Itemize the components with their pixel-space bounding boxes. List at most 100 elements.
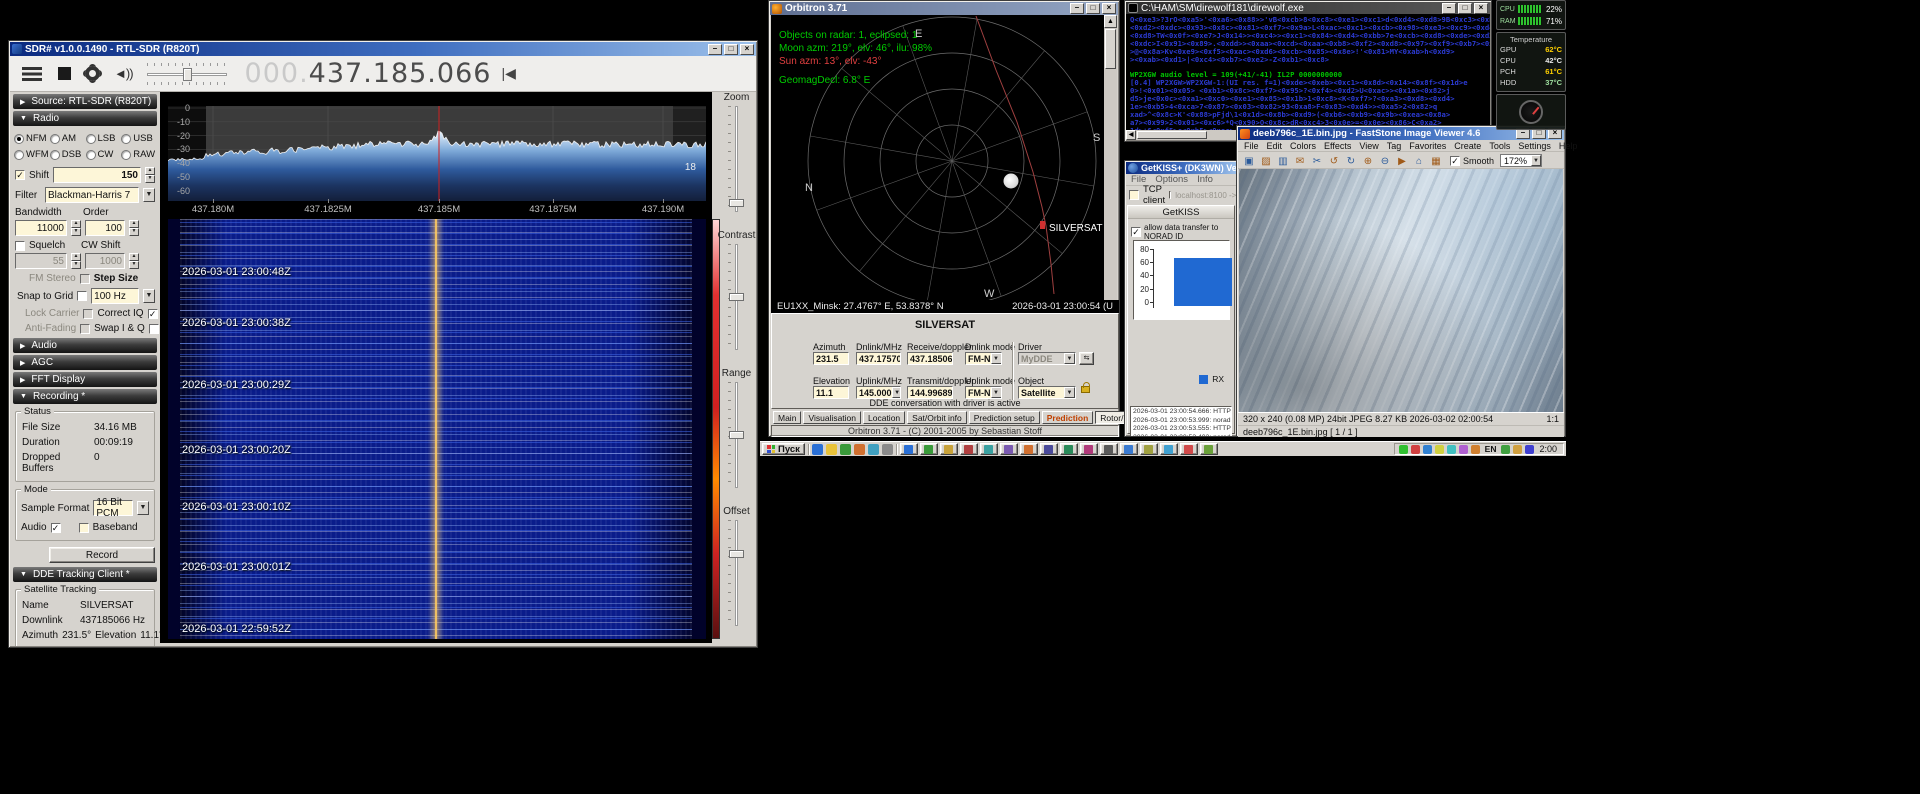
- scroll-up-icon[interactable]: ▲: [1104, 15, 1117, 28]
- tray-icon[interactable]: [1422, 444, 1432, 454]
- panel-source[interactable]: ▶ Source: RTL-SDR (R820T): [13, 94, 157, 109]
- swap-iq-checkbox[interactable]: [148, 323, 159, 334]
- maximize-button[interactable]: □: [1458, 2, 1472, 14]
- dropdown-arrow-icon[interactable]: ▼: [143, 289, 155, 303]
- close-button[interactable]: ×: [1474, 2, 1488, 14]
- rotate-right-icon[interactable]: ↻: [1344, 154, 1358, 167]
- slider-thumb[interactable]: [729, 549, 744, 558]
- panel-audio[interactable]: ▶ Audio: [13, 338, 157, 353]
- task-button[interactable]: [1099, 443, 1118, 455]
- panel-recording[interactable]: ▼ Recording *: [13, 389, 157, 404]
- panel-fft[interactable]: ▶ FFT Display: [13, 372, 157, 387]
- shift-spinner[interactable]: ▲ ▼: [145, 167, 155, 183]
- norad-transfer-checkbox[interactable]: [1131, 227, 1141, 237]
- tray-icon[interactable]: [1513, 444, 1523, 454]
- start-button[interactable]: Пуск: [762, 443, 805, 455]
- audio-checkbox[interactable]: [50, 522, 61, 533]
- email-icon[interactable]: ✉: [1293, 154, 1307, 167]
- task-button[interactable]: [899, 443, 918, 455]
- field-azimuth[interactable]: 231.5: [813, 352, 849, 365]
- minimize-button[interactable]: –: [708, 43, 722, 55]
- mode-usb[interactable]: USB: [121, 133, 156, 144]
- radio-icon[interactable]: [14, 149, 24, 160]
- radio-icon[interactable]: [121, 149, 132, 160]
- quick-launch-icon[interactable]: [811, 443, 823, 455]
- lock-carrier-checkbox[interactable]: [83, 308, 94, 319]
- task-button[interactable]: [1159, 443, 1178, 455]
- home-icon[interactable]: ⌂: [1412, 154, 1426, 167]
- task-button[interactable]: [1139, 443, 1158, 455]
- anti-fading-checkbox[interactable]: [80, 323, 91, 334]
- console-output[interactable]: Q<0xe3>?3rO<0xa5>'<0xa6><0x88>>'vB<0xcb>…: [1126, 14, 1490, 130]
- slider-thumb[interactable]: [729, 292, 744, 301]
- menu-effects[interactable]: Effects: [1324, 141, 1351, 151]
- radio-icon[interactable]: [121, 133, 132, 144]
- open-folder-icon[interactable]: ▨: [1259, 154, 1273, 167]
- task-button[interactable]: [1179, 443, 1198, 455]
- bandwidth-input[interactable]: 11000: [15, 220, 67, 236]
- radio-icon[interactable]: [85, 149, 96, 160]
- tray-icon[interactable]: [1470, 444, 1480, 454]
- order-input[interactable]: 100: [85, 220, 125, 236]
- menu-help[interactable]: Help: [1559, 141, 1578, 151]
- panel-dde[interactable]: ▼ DDE Tracking Client *: [13, 567, 157, 582]
- field-driver[interactable]: MyDDE ▼: [1018, 352, 1076, 365]
- sample-format-select[interactable]: 16 Bit PCM: [93, 497, 133, 519]
- scrollbar-thumb[interactable]: [1105, 29, 1116, 69]
- menu-file[interactable]: File: [1244, 141, 1259, 151]
- tray-icon[interactable]: [1434, 444, 1444, 454]
- menu-tag[interactable]: Tag: [1387, 141, 1402, 151]
- crop-icon[interactable]: ✂: [1310, 154, 1324, 167]
- tray-icon[interactable]: [1398, 444, 1408, 454]
- zoom-out-icon[interactable]: ⊖: [1378, 154, 1392, 167]
- dropdown-arrow-icon[interactable]: ▼: [1064, 353, 1075, 364]
- slider-thumb[interactable]: [729, 199, 744, 208]
- smooth-checkbox[interactable]: [1450, 155, 1460, 166]
- tab-sat-orbit-info[interactable]: Sat/Orbit info: [907, 411, 967, 424]
- camera-icon[interactable]: ▣: [1242, 154, 1256, 167]
- speaker-icon[interactable]: ◄)): [114, 66, 134, 81]
- tray-icon[interactable]: [1410, 444, 1420, 454]
- minimize-button[interactable]: –: [1442, 2, 1456, 14]
- tab-main[interactable]: Main: [773, 411, 802, 424]
- taskbar-clock[interactable]: 2:00: [1537, 444, 1559, 454]
- quick-launch-icon[interactable]: [825, 443, 837, 455]
- panel-radio[interactable]: ▼ Radio: [13, 111, 157, 126]
- rotate-left-icon[interactable]: ↺: [1327, 154, 1341, 167]
- radar-display[interactable]: SILVERSAT E S W N Objects on radar: 1, e…: [771, 15, 1105, 300]
- task-button[interactable]: [1019, 443, 1038, 455]
- record-button[interactable]: Record: [49, 547, 155, 563]
- task-button[interactable]: [959, 443, 978, 455]
- volume-slider[interactable]: [146, 62, 227, 85]
- correct-iq-checkbox[interactable]: [147, 308, 158, 319]
- field-dnlink-mode[interactable]: FM-N ▼: [965, 352, 1002, 365]
- task-button[interactable]: [979, 443, 998, 455]
- compare-icon[interactable]: ▦: [1429, 154, 1443, 167]
- dropdown-arrow-icon[interactable]: ▼: [143, 188, 155, 202]
- dropdown-arrow-icon[interactable]: ▼: [990, 387, 1001, 398]
- maximize-button[interactable]: □: [1086, 3, 1100, 14]
- tab-prediction[interactable]: Prediction: [1041, 411, 1094, 424]
- menu-colors[interactable]: Colors: [1290, 141, 1316, 151]
- sdrsharp-titlebar[interactable]: SDR# v1.0.0.1490 - RTL-SDR (R820T) – □ ×: [10, 42, 756, 56]
- squelch-spinner[interactable]: ▲ ▼: [71, 253, 81, 269]
- step-size-select[interactable]: 100 Hz: [91, 288, 139, 304]
- language-indicator[interactable]: EN: [1483, 444, 1499, 454]
- satellite-list-scrollbar[interactable]: ▲: [1104, 15, 1117, 300]
- panel-agc[interactable]: ▶ AGC: [13, 355, 157, 370]
- quick-launch-icon[interactable]: [839, 443, 851, 455]
- close-button[interactable]: ×: [740, 43, 754, 55]
- menu-tools[interactable]: Tools: [1489, 141, 1510, 151]
- tcp-client-checkbox[interactable]: [1129, 190, 1139, 200]
- tray-icon[interactable]: [1525, 444, 1535, 454]
- bandwidth-spinner[interactable]: ▲ ▼: [71, 220, 81, 236]
- field-receive-doppler[interactable]: 437.185066: [907, 352, 953, 365]
- scrollbar-thumb[interactable]: [1137, 131, 1207, 139]
- scroll-left-icon[interactable]: ◀: [1126, 130, 1136, 140]
- orbitron-titlebar[interactable]: Orbitron 3.71 – □ ×: [770, 2, 1118, 15]
- cw-shift-input[interactable]: 1000: [85, 253, 125, 269]
- menu-edit[interactable]: Edit: [1267, 141, 1283, 151]
- task-button[interactable]: [1059, 443, 1078, 455]
- tray-icon[interactable]: [1446, 444, 1456, 454]
- quick-launch-icon[interactable]: [867, 443, 879, 455]
